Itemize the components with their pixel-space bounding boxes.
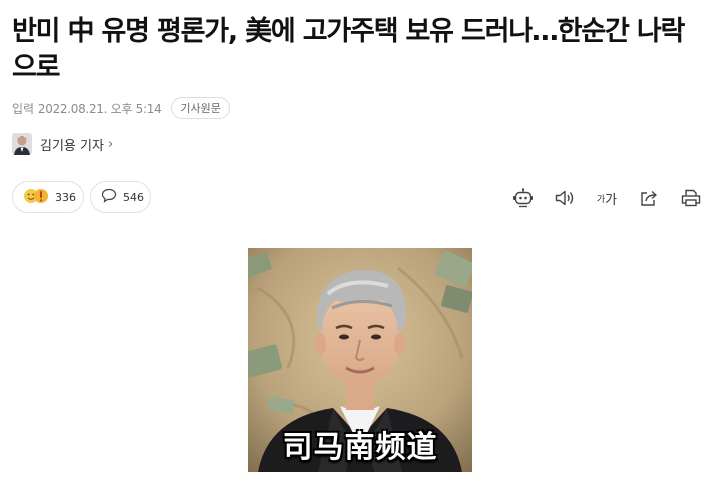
article-headline: 반미 中 유명 평론가, 美에 고가주택 보유 드러나…한순간 나락으로 <box>12 16 685 83</box>
font-size-icon[interactable]: 가가 <box>586 186 628 210</box>
article-photo: 司马南频道 <box>248 248 472 472</box>
chevron-right-icon: › <box>107 136 114 152</box>
reaction-button[interactable]: 336 <box>12 181 84 213</box>
date-label: 입력 <box>12 101 35 116</box>
article-toolbar: 가가 <box>502 186 712 210</box>
print-icon[interactable] <box>670 186 712 210</box>
font-size-large-label: 가 <box>605 192 618 208</box>
comment-count: 546 <box>123 190 144 204</box>
reporter-name: 김기용 기자 <box>40 138 104 154</box>
speaker-icon[interactable] <box>544 186 586 210</box>
article-meta: 입력 2022.08.21. 오후 5:14 기사원문 <box>12 97 230 119</box>
reaction-count: 336 <box>55 190 76 204</box>
article-date: 2022.08.21. 오후 5:14 <box>37 101 162 116</box>
font-size-small-label: 가 <box>596 194 606 205</box>
date-info: 입력 2022.08.21. 오후 5:14 <box>12 100 162 117</box>
channel-logo-text: 司马南频道 <box>282 430 438 465</box>
reporter-link[interactable]: 김기용 기자 › <box>12 133 113 155</box>
reporter-avatar <box>12 133 32 155</box>
share-icon[interactable] <box>628 186 670 210</box>
comment-icon <box>101 188 117 206</box>
original-article-button[interactable]: 기사원문 <box>171 97 230 119</box>
reaction-emoji-icon <box>23 187 49 208</box>
robot-summary-icon[interactable] <box>502 186 544 210</box>
comment-button[interactable]: 546 <box>90 181 151 213</box>
